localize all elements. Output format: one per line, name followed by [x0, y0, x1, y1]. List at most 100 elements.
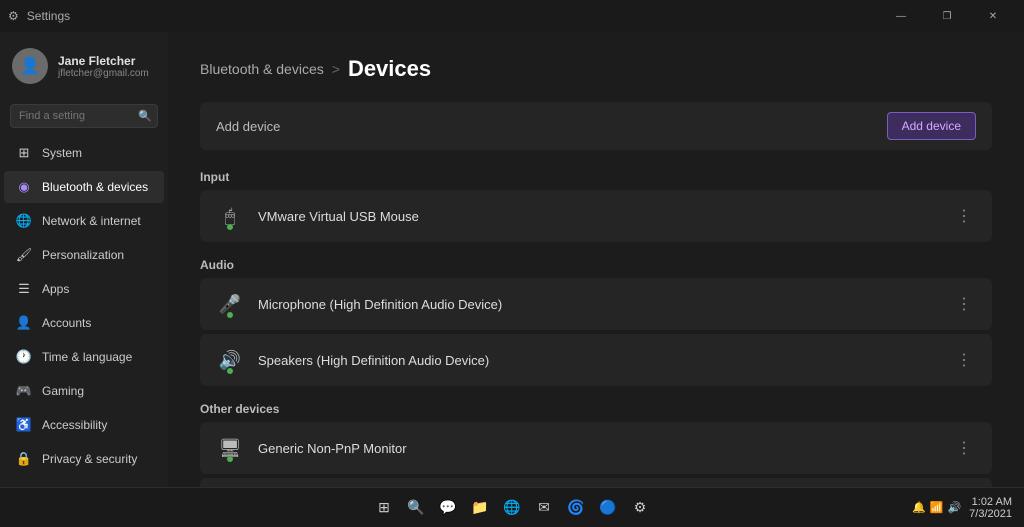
user-info: Jane Fletcher jfletcher@gmail.com: [58, 54, 149, 79]
edge-icon[interactable]: 🌐: [498, 494, 526, 522]
add-device-button[interactable]: Add device: [887, 112, 976, 140]
content-area: Bluetooth & devices > Devices Add device…: [168, 32, 1024, 487]
section-title-other: Other devices: [200, 402, 992, 416]
taskbar: ⊞ 🔍 💬 📁 🌐 ✉ 🌀 🔵 ⚙ 🔔 📶 🔊 1:02 AM 7/3/2021: [0, 487, 1024, 527]
nav-item-system[interactable]: ⊞ System: [4, 137, 164, 169]
accessibility-icon: ♿: [16, 417, 32, 433]
device-item-monitor[interactable]: 🖥 Generic Non-PnP Monitor ⋮: [200, 422, 992, 474]
nav-item-network[interactable]: 🌐 Network & internet: [4, 205, 164, 237]
explorer-icon[interactable]: 📁: [466, 494, 494, 522]
personalization-icon: 🖌: [16, 247, 32, 263]
sidebar-user[interactable]: 👤 Jane Fletcher jfletcher@gmail.com: [0, 32, 168, 100]
privacy-icon: 🔒: [16, 451, 32, 467]
gaming-icon: 🎮: [16, 383, 32, 399]
restore-button[interactable]: ❐: [924, 0, 970, 32]
device-item-usb-mouse[interactable]: 🖱 VMware Virtual USB Mouse ⋮: [200, 190, 992, 242]
add-device-label: Add device: [216, 119, 280, 134]
nav-label-time: Time & language: [42, 350, 132, 364]
system-icon: ⊞: [16, 145, 32, 161]
device-item-microphone[interactable]: 🎤 Microphone (High Definition Audio Devi…: [200, 278, 992, 330]
device-more-menu[interactable]: ⋮: [950, 202, 978, 230]
nav-item-bluetooth[interactable]: ◉ Bluetooth & devices: [4, 171, 164, 203]
user-email: jfletcher@gmail.com: [58, 68, 149, 79]
titlebar-controls: — ❐ ✕: [878, 0, 1016, 32]
search-icon: 🔍: [138, 110, 152, 123]
nav-label-accounts: Accounts: [42, 316, 91, 330]
nav-item-time[interactable]: 🕐 Time & language: [4, 341, 164, 373]
settings-taskbar-icon[interactable]: ⚙: [626, 494, 654, 522]
start-button[interactable]: ⊞: [370, 494, 398, 522]
nav-label-personalization: Personalization: [42, 248, 124, 262]
section-title-audio: Audio: [200, 258, 992, 272]
nav-item-accounts[interactable]: 👤 Accounts: [4, 307, 164, 339]
nav-label-system: System: [42, 146, 82, 160]
nav-item-apps[interactable]: ☰ Apps: [4, 273, 164, 305]
device-more-menu-spk[interactable]: ⋮: [950, 346, 978, 374]
nav-item-windows-update[interactable]: ⟳ Windows Update: [4, 477, 164, 487]
nav-label-network: Network & internet: [42, 214, 141, 228]
nav-item-gaming[interactable]: 🎮 Gaming: [4, 375, 164, 407]
device-item-network-card[interactable]: 📄 Intel(R) 82574L Gigabit Network Connec…: [200, 478, 992, 487]
add-device-bar: Add device Add device: [200, 102, 992, 150]
device-icon-wrap-monitor: 🖥: [214, 432, 246, 464]
page-title: Devices: [348, 56, 431, 82]
breadcrumb-parent[interactable]: Bluetooth & devices: [200, 61, 324, 77]
nav-label-bluetooth: Bluetooth & devices: [42, 180, 148, 194]
breadcrumb: Bluetooth & devices > Devices: [200, 56, 992, 82]
taskbar-time-date[interactable]: 1:02 AM 7/3/2021: [969, 496, 1012, 520]
avatar: 👤: [12, 48, 48, 84]
minimize-button[interactable]: —: [878, 0, 924, 32]
clock: 1:02 AM: [969, 496, 1012, 508]
nav-item-personalization[interactable]: 🖌 Personalization: [4, 239, 164, 271]
device-list-other: 🖥 Generic Non-PnP Monitor ⋮ 📄 Intel(R) 8…: [200, 422, 992, 487]
titlebar-left: ⚙ Settings: [8, 9, 70, 23]
nav-label-gaming: Gaming: [42, 384, 84, 398]
taskbar-right: 🔔 📶 🔊 1:02 AM 7/3/2021: [912, 496, 1012, 520]
device-more-menu-monitor[interactable]: ⋮: [950, 434, 978, 462]
close-button[interactable]: ✕: [970, 0, 1016, 32]
device-name-usb-mouse: VMware Virtual USB Mouse: [258, 209, 950, 224]
nav-label-apps: Apps: [42, 282, 69, 296]
device-status-dot-monitor: [227, 456, 233, 462]
user-name: Jane Fletcher: [58, 54, 149, 68]
nav-item-privacy[interactable]: 🔒 Privacy & security: [4, 443, 164, 475]
device-list-audio: 🎤 Microphone (High Definition Audio Devi…: [200, 278, 992, 386]
device-status-dot-spk: [227, 368, 233, 374]
device-icon-wrap-mic: 🎤: [214, 288, 246, 320]
volume-icon[interactable]: 🔊: [947, 501, 961, 514]
device-status-dot-mic: [227, 312, 233, 318]
date: 7/3/2021: [969, 508, 1012, 520]
nav-label-accessibility: Accessibility: [42, 418, 107, 432]
search-box[interactable]: 🔍: [10, 104, 158, 128]
device-status-dot: [227, 224, 233, 230]
device-list-input: 🖱 VMware Virtual USB Mouse ⋮: [200, 190, 992, 242]
device-more-menu-mic[interactable]: ⋮: [950, 290, 978, 318]
search-taskbar-icon[interactable]: 🔍: [402, 494, 430, 522]
device-icon-wrap: 🖱: [214, 200, 246, 232]
time-icon: 🕐: [16, 349, 32, 365]
network-status-icon[interactable]: 📶: [930, 501, 944, 514]
device-name-monitor: Generic Non-PnP Monitor: [258, 441, 950, 456]
teams-icon[interactable]: 🌀: [562, 494, 590, 522]
app-title: Settings: [27, 9, 70, 23]
search-input[interactable]: [10, 104, 158, 128]
section-title-input: Input: [200, 170, 992, 184]
device-icon-wrap-spk: 🔊: [214, 344, 246, 376]
bluetooth-icon: ◉: [16, 179, 32, 195]
titlebar: ⚙ Settings — ❐ ✕: [0, 0, 1024, 32]
device-item-speakers[interactable]: 🔊 Speakers (High Definition Audio Device…: [200, 334, 992, 386]
apps-icon: ☰: [16, 281, 32, 297]
app-container: 👤 Jane Fletcher jfletcher@gmail.com 🔍 ⊞ …: [0, 32, 1024, 487]
device-name-speakers: Speakers (High Definition Audio Device): [258, 353, 950, 368]
taskbar-center: ⊞ 🔍 💬 📁 🌐 ✉ 🌀 🔵 ⚙: [370, 494, 654, 522]
network-icon: 🌐: [16, 213, 32, 229]
nav-label-privacy: Privacy & security: [42, 452, 137, 466]
mail-icon[interactable]: ✉: [530, 494, 558, 522]
breadcrumb-separator: >: [332, 61, 340, 77]
browser-icon[interactable]: 🔵: [594, 494, 622, 522]
taskview-icon[interactable]: 💬: [434, 494, 462, 522]
nav-item-accessibility[interactable]: ♿ Accessibility: [4, 409, 164, 441]
accounts-icon: 👤: [16, 315, 32, 331]
settings-icon: ⚙: [8, 9, 19, 23]
notifications-icon[interactable]: 🔔: [912, 501, 926, 514]
